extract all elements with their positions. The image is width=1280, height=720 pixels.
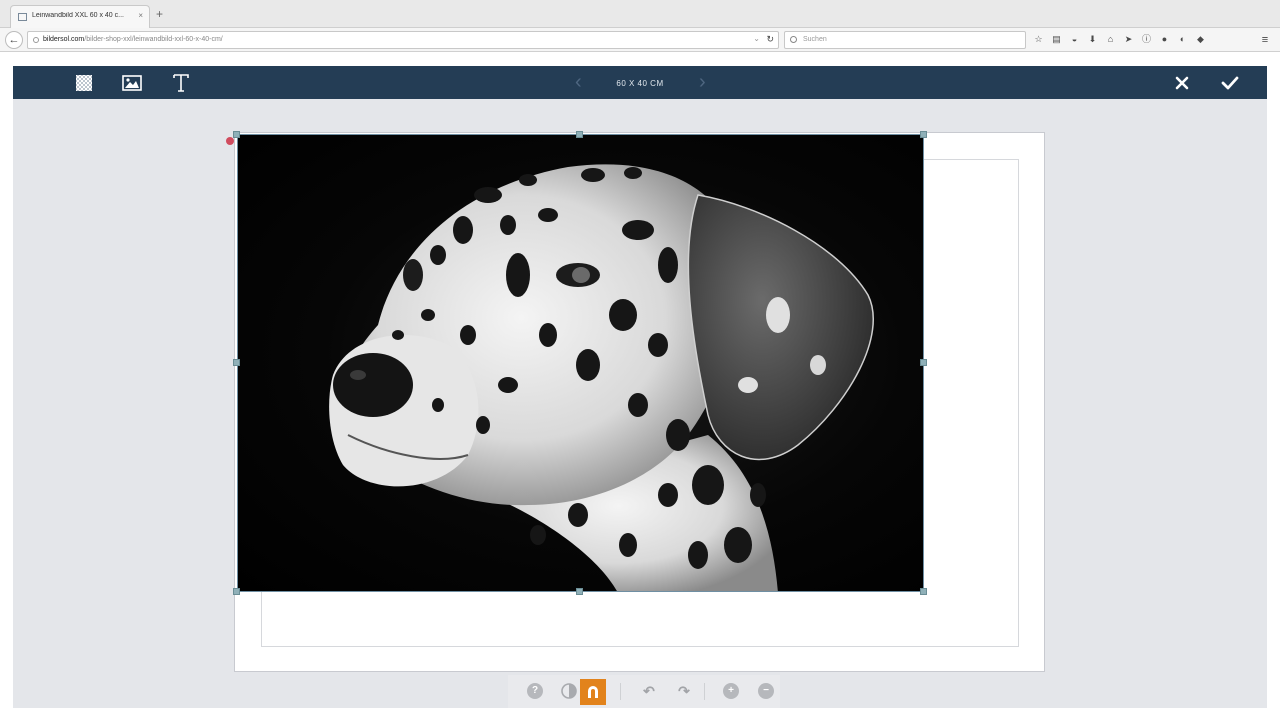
next-size-arrow[interactable]: › <box>699 70 706 94</box>
help-button[interactable]: ? <box>527 683 543 699</box>
canvas-editor: ‹ 60 X 40 CM › ? ↶ ↷ + − <box>13 66 1267 708</box>
browser-navbar: ← bildersol.com/bilder-shop-xxl/leinwand… <box>0 28 1280 52</box>
zoom-in-button[interactable]: + <box>723 683 739 699</box>
site-info-icon[interactable] <box>33 37 39 43</box>
search-icon <box>790 36 797 43</box>
editor-workspace: ? ↶ ↷ + − <box>13 99 1267 708</box>
canvas-size-label: 60 X 40 CM <box>616 79 664 88</box>
search-placeholder: Suchen <box>803 36 827 43</box>
checkmark-icon <box>1221 76 1238 89</box>
snap-magnet-button[interactable] <box>580 679 606 705</box>
home-icon[interactable]: ⌂ <box>1104 33 1117 46</box>
pocket-icon[interactable]: ◒ <box>1068 33 1081 46</box>
editor-toolbar: ‹ 60 X 40 CM › <box>13 66 1267 99</box>
dalmatian-image <box>329 164 874 591</box>
favicon-icon <box>18 13 27 21</box>
url-domain: bildersol.com <box>43 36 85 43</box>
tab-title: Leinwandbild XXL 60 x 40 c... <box>32 12 124 19</box>
magnet-icon <box>588 686 598 698</box>
contrast-icon <box>561 683 577 699</box>
confirm-button[interactable] <box>1213 66 1246 99</box>
addon-icon[interactable]: ● <box>1158 33 1171 46</box>
url-dropdown-icon[interactable]: ⌄ <box>753 34 760 43</box>
tab-close-icon[interactable]: × <box>138 11 143 20</box>
clipboard-icon[interactable]: ▤ <box>1050 33 1063 46</box>
reload-icon[interactable]: ↻ <box>766 34 774 45</box>
resize-handle-bottom-right[interactable] <box>920 588 927 595</box>
send-icon[interactable]: ➤ <box>1122 33 1135 46</box>
address-bar[interactable]: bildersol.com/bilder-shop-xxl/leinwandbi… <box>27 31 779 49</box>
bookmark-star-icon[interactable]: ☆ <box>1032 33 1045 46</box>
browser-tab[interactable]: Leinwandbild XXL 60 x 40 c... × <box>10 5 150 29</box>
resize-handle-top-left[interactable] <box>233 131 240 138</box>
browser-tab-strip: Leinwandbild XXL 60 x 40 c... × + <box>0 0 1280 29</box>
resize-handle-top[interactable] <box>576 131 583 138</box>
toolbar-divider <box>620 683 621 700</box>
image-tools-bar: ? ↶ ↷ + − <box>508 675 780 708</box>
web-page: ‹ 60 X 40 CM › ? ↶ ↷ + − <box>0 53 1280 720</box>
toolbar-divider <box>704 683 705 700</box>
close-icon <box>1175 76 1188 89</box>
resize-handle-left[interactable] <box>233 359 240 366</box>
download-icon[interactable]: ⬇ <box>1086 33 1099 46</box>
remove-image-handle[interactable] <box>226 137 234 145</box>
resize-handle-bottom-left[interactable] <box>233 588 240 595</box>
zoom-out-button[interactable]: − <box>758 683 774 699</box>
privacy-icon[interactable]: ◐ <box>1176 33 1189 46</box>
resize-handle-right[interactable] <box>920 359 927 366</box>
back-button[interactable]: ← <box>5 31 23 49</box>
url-text: bildersol.com/bilder-shop-xxl/leinwandbi… <box>43 36 223 43</box>
contrast-button[interactable] <box>561 683 577 699</box>
redo-button[interactable]: ↷ <box>676 683 692 699</box>
new-tab-button[interactable]: + <box>156 8 163 20</box>
info-icon[interactable]: ⓘ <box>1140 33 1153 46</box>
resize-handle-bottom[interactable] <box>576 588 583 595</box>
extension-icon[interactable]: ◆ <box>1194 33 1207 46</box>
resize-handle-top-right[interactable] <box>920 131 927 138</box>
undo-button[interactable]: ↶ <box>641 683 657 699</box>
menu-icon[interactable]: ≡ <box>1258 33 1272 47</box>
browser-toolbar-icons: ☆ ▤ ◒ ⬇ ⌂ ➤ ⓘ ● ◐ ◆ <box>1032 33 1207 47</box>
dalmatian-photo[interactable] <box>237 134 924 592</box>
url-path: /bilder-shop-xxl/leinwandbild-xxl-60-x-4… <box>84 36 223 43</box>
cancel-button[interactable] <box>1165 66 1198 99</box>
search-input[interactable]: Suchen <box>784 31 1026 49</box>
